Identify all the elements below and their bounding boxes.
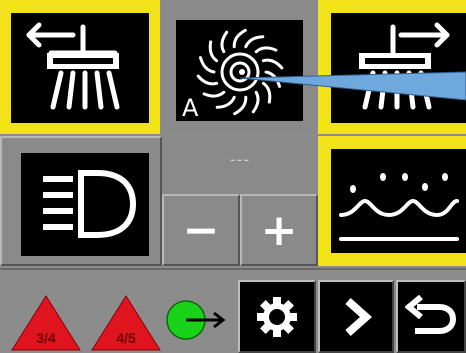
brush-right-icon bbox=[331, 13, 466, 123]
rotor-auto-icon: A bbox=[176, 20, 303, 122]
brush-left-icon bbox=[11, 13, 149, 123]
control-screen: A --- − + 3/4 4/5 bbox=[0, 0, 466, 353]
rotor-blade bbox=[251, 90, 260, 114]
water-spray-icon bbox=[331, 149, 466, 253]
value-text: --- bbox=[229, 150, 251, 169]
rotor-blade bbox=[202, 90, 226, 98]
warning-triangle-icon: 4/5 bbox=[90, 294, 162, 352]
rotor-blade bbox=[208, 40, 219, 63]
value-display: --- bbox=[162, 136, 318, 194]
settings-button[interactable] bbox=[238, 280, 316, 353]
brush-right-button[interactable] bbox=[318, 0, 466, 134]
rotor-blade bbox=[199, 56, 216, 74]
rotor-blade bbox=[261, 58, 284, 70]
rotor-auto-button[interactable]: A bbox=[162, 0, 318, 134]
rotor-blade bbox=[232, 28, 247, 49]
rotor-blade bbox=[215, 95, 236, 109]
minus-label: − bbox=[182, 204, 220, 256]
rotor-blade bbox=[220, 30, 229, 54]
next-button[interactable] bbox=[318, 280, 394, 353]
decrease-button[interactable]: − bbox=[162, 194, 240, 266]
increase-button[interactable]: + bbox=[240, 194, 318, 266]
warning-label: 4/5 bbox=[116, 330, 136, 346]
warning-label: 3/4 bbox=[36, 330, 56, 346]
rotor-blade bbox=[244, 35, 265, 49]
rotor-blade bbox=[264, 70, 281, 88]
green-output-indicator-icon bbox=[164, 296, 230, 344]
plus-label: + bbox=[260, 204, 298, 256]
rotor-blade bbox=[233, 95, 248, 116]
rotor-blade bbox=[254, 46, 278, 54]
rotor-blade bbox=[196, 74, 219, 86]
warning-triangle-icon: 3/4 bbox=[10, 294, 82, 352]
mode-letter: A bbox=[182, 94, 199, 121]
headlight-icon bbox=[21, 153, 149, 256]
work-light-button[interactable] bbox=[0, 136, 162, 266]
water-spray-button[interactable] bbox=[318, 136, 466, 266]
rotor-blade bbox=[261, 81, 272, 104]
brush-left-button[interactable] bbox=[0, 0, 160, 134]
back-button[interactable] bbox=[396, 280, 466, 353]
